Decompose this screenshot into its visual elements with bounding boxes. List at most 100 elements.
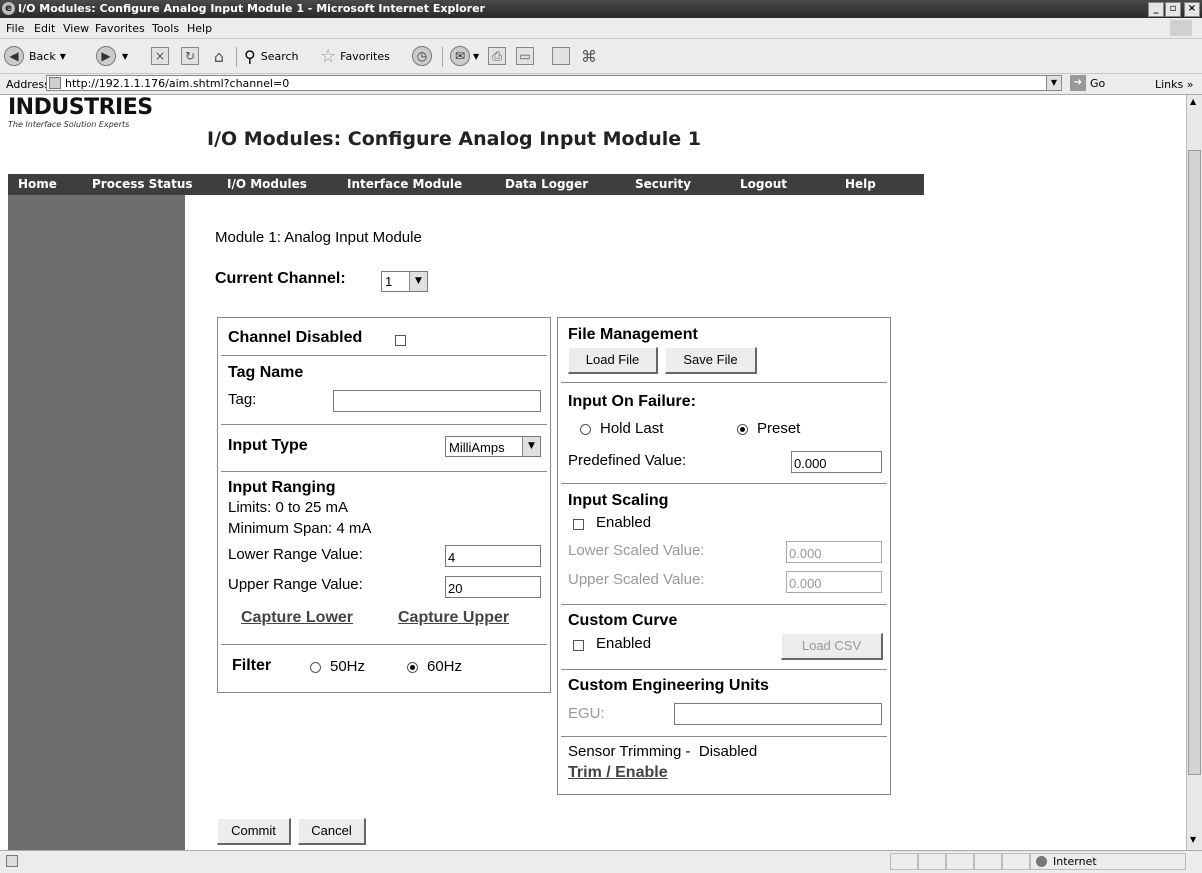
home-button[interactable]: ⌂ — [210, 45, 228, 67]
cancel-button[interactable]: Cancel — [298, 818, 366, 845]
channel-disabled-checkbox[interactable] — [395, 335, 406, 346]
close-button[interactable]: × — [1184, 2, 1200, 17]
company-logo: INDUSTRIES The Interface Solution Expert… — [8, 95, 153, 130]
trim-enable-link[interactable]: Trim / Enable — [568, 764, 668, 782]
status-cell — [1002, 853, 1030, 870]
star-icon: ☆ — [320, 45, 337, 67]
preset-radio[interactable] — [737, 424, 748, 435]
history-icon: ◷ — [412, 46, 432, 66]
curve-enabled-checkbox[interactable] — [573, 640, 584, 651]
menu-help[interactable]: Help — [187, 22, 212, 35]
nav-io-modules[interactable]: I/O Modules — [227, 177, 307, 191]
edit-button[interactable]: ▭ — [516, 45, 534, 67]
mail-button[interactable]: ✉ ▼ — [450, 45, 479, 67]
nav-security[interactable]: Security — [635, 177, 691, 191]
page-icon — [49, 77, 61, 89]
address-dropdown-icon[interactable]: ▼ — [1046, 76, 1061, 90]
save-file-button[interactable]: Save File — [665, 347, 757, 374]
maximize-button[interactable]: ▫ — [1165, 2, 1181, 17]
menu-edit[interactable]: Edit — [34, 22, 55, 35]
scroll-thumb[interactable] — [1188, 150, 1201, 775]
scaling-enabled-label: Enabled — [596, 514, 652, 531]
stop-button[interactable]: × — [151, 45, 169, 67]
scroll-down-icon[interactable]: ▼ — [1190, 835, 1196, 844]
upper-scaled-input[interactable]: 0.000 — [786, 571, 882, 593]
tag-input[interactable] — [333, 390, 541, 412]
window-title-bar: e I/O Modules: Configure Analog Input Mo… — [0, 0, 1202, 18]
research-button[interactable]: ⌘ — [580, 45, 598, 67]
upper-range-input[interactable]: 20 — [445, 576, 541, 598]
favorites-button[interactable]: ☆ Favorites — [320, 45, 390, 67]
back-button[interactable]: ◀ Back ▼ — [4, 45, 66, 67]
mail-icon: ✉ — [450, 46, 470, 66]
lower-scaled-input[interactable]: 0.000 — [786, 541, 882, 563]
status-cell — [974, 853, 1002, 870]
vertical-scrollbar[interactable]: ▲ ▼ — [1186, 95, 1202, 850]
status-bar: Internet — [0, 850, 1202, 873]
filter-50hz-radio[interactable] — [310, 662, 321, 673]
nav-help[interactable]: Help — [845, 177, 876, 191]
ie-icon: e — [2, 2, 15, 15]
refresh-button[interactable]: ↻ — [181, 45, 199, 67]
address-input[interactable]: http://192.1.1.176/aim.shtml?channel=0 ▼ — [46, 75, 1062, 91]
lower-scaled-label: Lower Scaled Value: — [568, 542, 705, 559]
nav-process-status[interactable]: Process Status — [92, 177, 193, 191]
nav-home[interactable]: Home — [18, 177, 57, 191]
predefined-value-input[interactable]: 0.000 — [791, 451, 882, 473]
divider — [561, 669, 887, 670]
history-button[interactable]: ◷ — [412, 45, 432, 67]
links-button[interactable]: Links » — [1155, 78, 1194, 91]
commit-button[interactable]: Commit — [217, 818, 291, 845]
preset-label: Preset — [757, 420, 801, 437]
scroll-up-icon[interactable]: ▲ — [1190, 97, 1196, 106]
address-url: http://192.1.1.176/aim.shtml?channel=0 — [65, 77, 290, 90]
capture-upper-link[interactable]: Capture Upper — [398, 609, 509, 627]
left-sidebar — [8, 195, 185, 850]
nav-interface-module[interactable]: Interface Module — [347, 177, 462, 191]
zone-cell: Internet — [1030, 853, 1186, 870]
address-label: Address — [6, 78, 50, 91]
hold-last-label: Hold Last — [600, 420, 664, 437]
zone-label: Internet — [1053, 855, 1097, 868]
print-button[interactable]: ⎙ — [488, 45, 506, 67]
forward-button[interactable]: ▶ ▼ — [96, 45, 128, 67]
chevron-down-icon: ▼ — [59, 51, 66, 61]
search-button[interactable]: ⚲ Search — [244, 45, 299, 67]
nav-logout[interactable]: Logout — [740, 177, 787, 191]
load-csv-button[interactable]: Load CSV — [781, 633, 883, 660]
limits-text: Limits: 0 to 25 mA — [228, 499, 349, 516]
menu-view[interactable]: View — [63, 22, 89, 35]
capture-lower-link[interactable]: Capture Lower — [241, 609, 353, 627]
menu-favorites[interactable]: Favorites — [95, 22, 145, 35]
nav-data-logger[interactable]: Data Logger — [505, 177, 588, 191]
menu-tools[interactable]: Tools — [152, 22, 179, 35]
minimize-button[interactable]: _ — [1148, 2, 1164, 17]
hold-last-radio[interactable] — [580, 424, 591, 435]
filter-60hz-radio[interactable] — [407, 662, 418, 673]
divider — [561, 604, 887, 605]
filter-60hz-label: 60Hz — [427, 658, 463, 675]
divider — [221, 355, 547, 356]
divider — [221, 471, 547, 472]
stop-icon: × — [151, 47, 169, 65]
home-icon: ⌂ — [213, 46, 225, 66]
egu-input[interactable] — [674, 703, 882, 725]
menu-bar: File Edit View Favorites Tools Help — [0, 18, 1202, 39]
sensor-trimming-status: Sensor Trimming - Disabled — [568, 743, 758, 760]
lower-range-label: Lower Range Value: — [228, 546, 363, 563]
load-file-button[interactable]: Load File — [568, 347, 658, 374]
lower-range-input[interactable]: 4 — [445, 545, 541, 567]
menu-file[interactable]: File — [6, 22, 24, 35]
curve-enabled-label: Enabled — [596, 635, 652, 652]
input-type-select[interactable]: MilliAmps ▼ — [445, 436, 541, 457]
divider — [561, 382, 887, 383]
refresh-icon: ↻ — [181, 47, 199, 65]
chevron-down-icon: ▼ — [473, 51, 480, 61]
chevron-right-icon: » — [1186, 78, 1194, 91]
input-scaling-heading: Input Scaling — [568, 492, 669, 509]
discuss-button[interactable] — [552, 45, 570, 67]
input-type-label: Input Type — [228, 437, 308, 454]
channel-select[interactable]: 1 ▼ — [381, 271, 428, 292]
scaling-enabled-checkbox[interactable] — [573, 519, 584, 530]
go-button[interactable]: ➔ Go — [1070, 75, 1105, 91]
